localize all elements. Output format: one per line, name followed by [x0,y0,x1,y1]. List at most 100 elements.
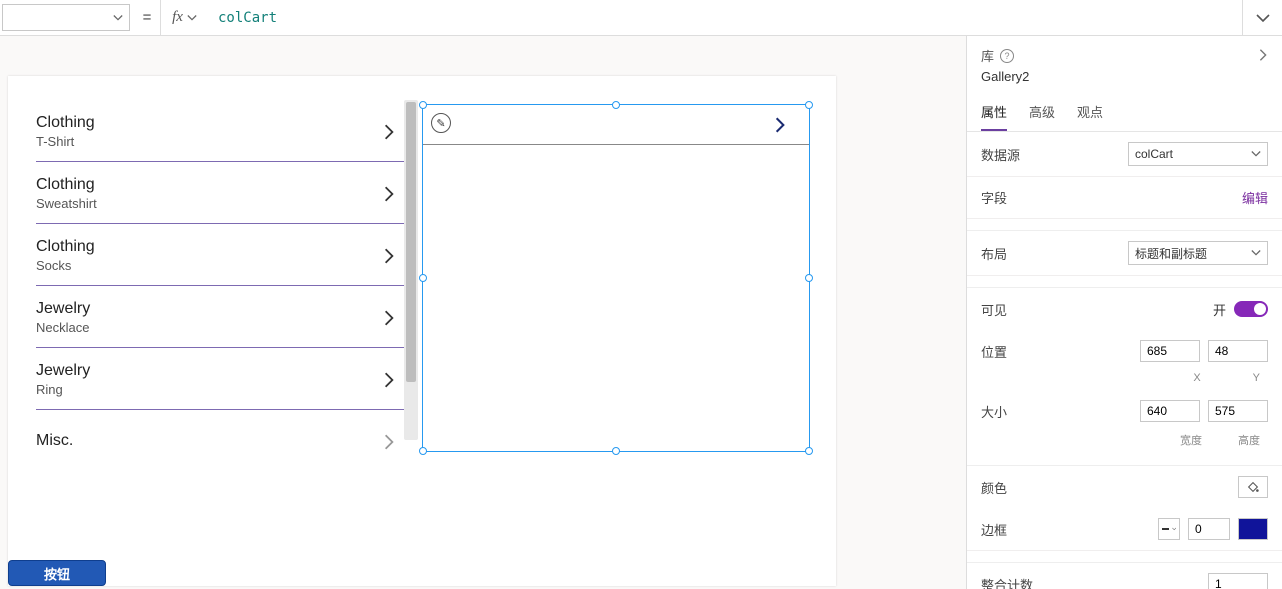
list-item[interactable]: Jewelry Necklace [36,286,404,348]
border-label: 边框 [981,520,1007,539]
item-title: Jewelry [36,300,90,318]
gallery2-template-row[interactable]: ✎ [423,105,809,145]
chevron-right-icon[interactable] [380,185,398,203]
selection-handle[interactable] [419,447,427,455]
scrollbar[interactable] [404,100,418,440]
edit-fields-link[interactable]: 编辑 [1242,188,1268,207]
size-width-input[interactable] [1140,400,1200,422]
datasource-value: colCart [1135,147,1173,161]
item-subtitle: Ring [36,382,90,397]
selection-handle[interactable] [805,447,813,455]
height-sublabel: 高度 [1238,432,1260,448]
list-item[interactable]: Clothing Socks [36,224,404,286]
formula-bar: = fx [0,0,1282,36]
properties-panel: 库 ? Gallery2 属性 高级 观点 数据源 colCart [966,36,1282,589]
selection-handle[interactable] [805,101,813,109]
chevron-right-icon [1256,48,1270,62]
collapse-panel-button[interactable] [1256,48,1270,62]
datasource-dropdown[interactable]: colCart [1128,142,1268,166]
item-title: Misc. [36,432,73,450]
property-dropdown[interactable] [2,4,130,31]
chevron-down-icon [187,13,197,23]
row-size: 大小 [967,390,1282,432]
help-icon[interactable]: ? [1000,49,1014,63]
button-label: 按钮 [44,564,70,583]
chevron-down-icon [113,13,123,23]
item-subtitle: T-Shirt [36,134,95,149]
row-position: 位置 [967,330,1282,372]
control-name: Gallery2 [981,69,1268,84]
selection-handle[interactable] [612,101,620,109]
chevron-right-icon[interactable] [380,123,398,141]
position-x-input[interactable] [1140,340,1200,362]
border-color-picker[interactable] [1238,518,1268,540]
fx-button[interactable]: fx [160,0,208,35]
visible-on-text: 开 [1213,300,1226,319]
item-subtitle: Sweatshirt [36,196,97,211]
row-color: 颜色 [967,466,1282,508]
visible-toggle[interactable] [1234,301,1268,317]
layout-dropdown[interactable]: 标题和副标题 [1128,241,1268,265]
list-item[interactable]: Misc. [36,410,404,470]
app-button[interactable]: 按钮 [8,560,106,586]
gallery1[interactable]: Clothing T-Shirt Clothing Sweatshirt [36,100,418,470]
color-picker[interactable] [1238,476,1268,498]
position-y-input[interactable] [1208,340,1268,362]
color-label: 颜色 [981,478,1007,497]
chevron-down-icon [1172,525,1176,533]
list-item[interactable]: Jewelry Ring [36,348,404,410]
wrapcount-label: 整合计数 [981,575,1033,589]
row-layout: 布局 标题和副标题 [967,231,1282,276]
edit-template-icon[interactable]: ✎ [431,113,451,133]
formula-input[interactable] [208,0,1242,35]
layout-label: 布局 [981,244,1007,263]
wrapcount-input[interactable] [1208,573,1268,589]
row-border: 边框 [967,508,1282,551]
tab-views[interactable]: 观点 [1077,96,1103,131]
control-type-label: 库 [981,46,994,65]
app-screen[interactable]: Clothing T-Shirt Clothing Sweatshirt [8,76,836,586]
selection-handle[interactable] [419,101,427,109]
chevron-down-icon [1255,10,1271,26]
selection-handle[interactable] [419,274,427,282]
item-title: Clothing [36,238,95,256]
list-item[interactable]: Clothing T-Shirt [36,100,404,162]
border-style-dropdown[interactable] [1158,518,1180,540]
chevron-right-icon[interactable] [380,433,398,451]
item-title: Clothing [36,114,95,132]
canvas-area[interactable]: Clothing T-Shirt Clothing Sweatshirt [0,36,966,589]
border-width-input[interactable] [1188,518,1230,540]
property-tabs: 属性 高级 观点 [967,90,1282,132]
item-subtitle: Socks [36,258,95,273]
selection-handle[interactable] [612,447,620,455]
item-title: Jewelry [36,362,90,380]
chevron-right-icon[interactable] [380,309,398,327]
equals-label: = [134,0,160,35]
tab-properties[interactable]: 属性 [981,96,1007,131]
row-visible: 可见 开 [967,288,1282,330]
chevron-right-icon[interactable] [771,116,789,134]
selection-handle[interactable] [805,274,813,282]
layout-value: 标题和副标题 [1135,245,1207,262]
chevron-right-icon[interactable] [380,247,398,265]
row-datasource: 数据源 colCart [967,132,1282,177]
gallery2-selected[interactable]: ✎ [422,104,810,452]
chevron-down-icon [1251,248,1261,258]
list-item[interactable]: Clothing Sweatshirt [36,162,404,224]
item-title: Clothing [36,176,97,194]
y-sublabel: Y [1253,372,1260,384]
x-sublabel: X [1193,372,1200,384]
datasource-label: 数据源 [981,145,1020,164]
fields-label: 字段 [981,188,1007,207]
expand-formula-button[interactable] [1242,0,1282,35]
tab-advanced[interactable]: 高级 [1029,96,1055,131]
size-height-input[interactable] [1208,400,1268,422]
visible-label: 可见 [981,300,1007,319]
row-fields: 字段 编辑 [967,177,1282,219]
position-label: 位置 [981,342,1007,361]
fx-icon: fx [172,9,183,26]
item-subtitle: Necklace [36,320,90,335]
chevron-right-icon[interactable] [380,371,398,389]
width-sublabel: 宽度 [1180,432,1202,448]
scrollbar-thumb[interactable] [406,102,416,382]
